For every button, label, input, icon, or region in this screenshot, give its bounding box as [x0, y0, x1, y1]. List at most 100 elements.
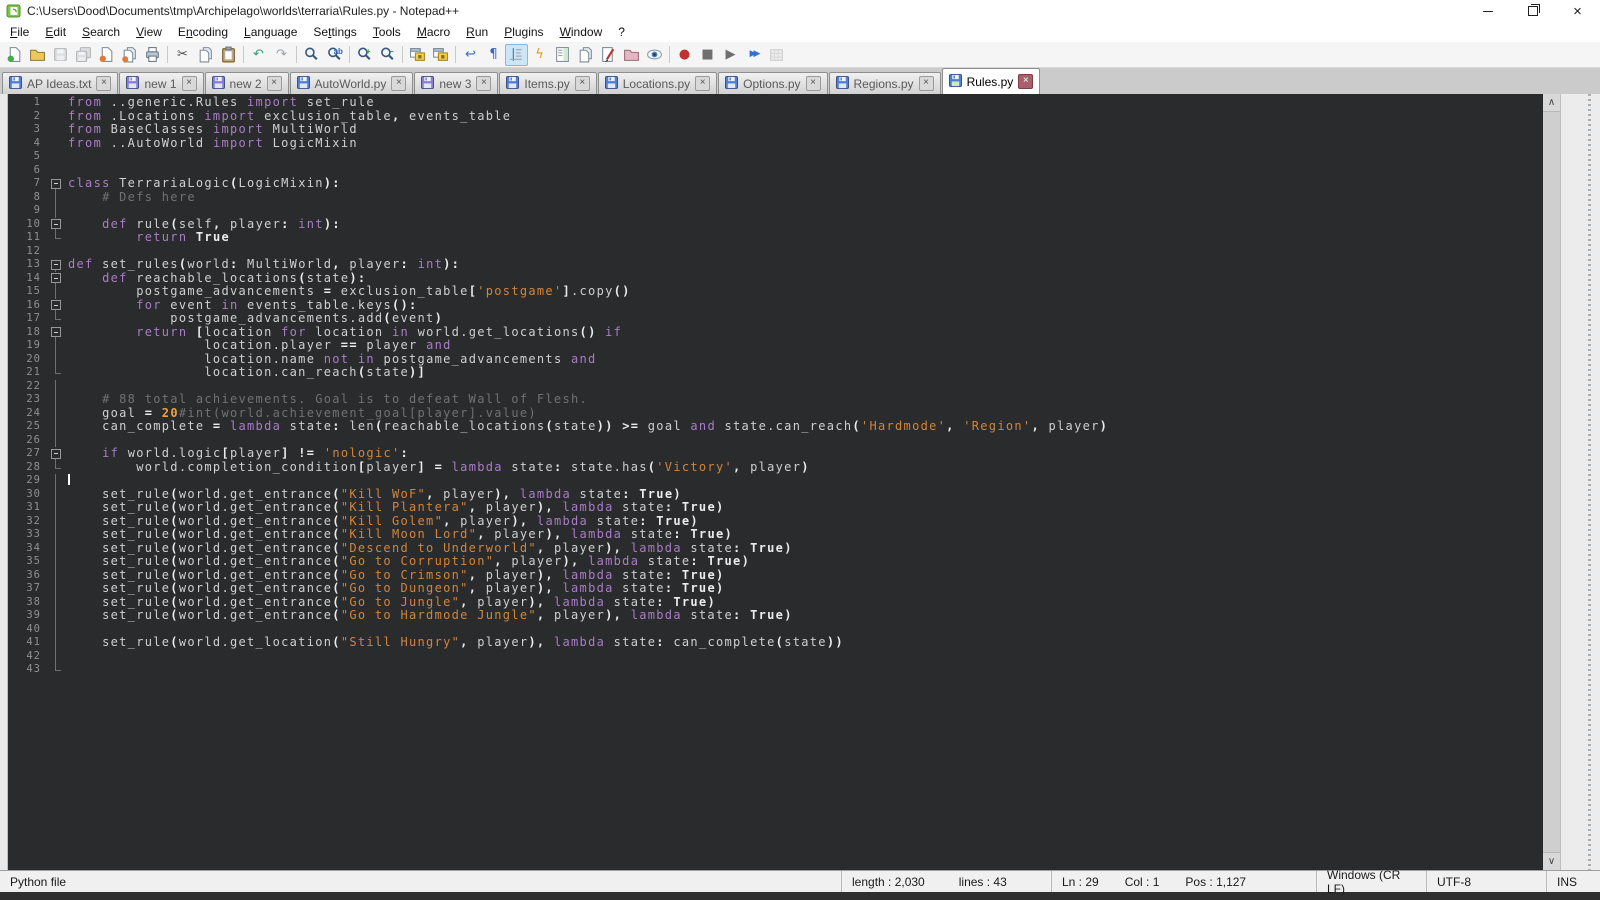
- close-button[interactable]: ×: [1555, 0, 1600, 22]
- menu-bar: FileEditSearchViewEncodingLanguageSettin…: [0, 22, 1600, 42]
- code-editor[interactable]: 1from ..generic.Rules import set_rule2fr…: [8, 94, 1543, 870]
- doc-type-label: Python file: [10, 875, 66, 889]
- tab-new-3[interactable]: new 3×: [414, 72, 498, 94]
- tab-new-1[interactable]: new 1×: [119, 72, 203, 94]
- line-number: 28: [8, 461, 48, 475]
- line-number: 26: [8, 434, 48, 448]
- save-all-icon[interactable]: [72, 44, 95, 66]
- code-line: 32 set_rule(world.get_entrance("Kill Gol…: [8, 515, 1543, 529]
- menu-file[interactable]: File: [2, 23, 37, 41]
- tab-autoworld-py[interactable]: AutoWorld.py×: [290, 72, 414, 94]
- zoom-in-icon[interactable]: +: [353, 44, 376, 66]
- fold-margin: [48, 515, 64, 529]
- code-text: [64, 434, 1543, 448]
- macro-stop-icon[interactable]: ■: [696, 44, 719, 66]
- menu-macro[interactable]: Macro: [409, 23, 458, 41]
- status-insert-mode[interactable]: INS: [1546, 871, 1600, 892]
- tab-close-icon[interactable]: ×: [96, 76, 111, 91]
- macro-play-icon[interactable]: ▶: [719, 44, 742, 66]
- code-text: [64, 245, 1543, 259]
- vertical-scrollbar-thumb[interactable]: [1543, 111, 1560, 853]
- word-wrap-icon[interactable]: ↩: [459, 44, 482, 66]
- indent-guide-icon[interactable]: [505, 44, 528, 66]
- menu-window[interactable]: Window: [552, 23, 611, 41]
- scrollbar-up-arrow[interactable]: ∧: [1543, 94, 1560, 111]
- vertical-scrollbar[interactable]: ∧ ∨: [1543, 94, 1560, 870]
- tab-close-icon[interactable]: ×: [919, 76, 934, 91]
- replace-icon[interactable]: ab: [323, 44, 346, 66]
- menu-edit[interactable]: Edit: [37, 23, 74, 41]
- function-completion-icon[interactable]: ϟ: [528, 44, 551, 66]
- menu-tools[interactable]: Tools: [365, 23, 409, 41]
- scrollbar-down-arrow[interactable]: ∨: [1543, 853, 1560, 870]
- menu-search[interactable]: Search: [74, 23, 128, 41]
- macro-run-multiple-icon[interactable]: ▶▶: [742, 44, 765, 66]
- menu-language[interactable]: Language: [236, 23, 305, 41]
- menu-encoding[interactable]: Encoding: [170, 23, 236, 41]
- menu-run[interactable]: Run: [458, 23, 496, 41]
- open-file-icon[interactable]: [26, 44, 49, 66]
- line-number: 18: [8, 326, 48, 340]
- code-token: ,: [946, 419, 955, 433]
- menu-help[interactable]: ?: [610, 23, 633, 41]
- status-eol-format[interactable]: Windows (CR LF): [1316, 871, 1426, 892]
- fold-toggle[interactable]: [51, 449, 61, 459]
- function-list-icon[interactable]: [597, 44, 620, 66]
- save-icon[interactable]: [49, 44, 72, 66]
- fold-toggle[interactable]: [51, 273, 61, 283]
- tab-close-icon[interactable]: ×: [575, 76, 590, 91]
- fold-toggle[interactable]: [51, 179, 61, 189]
- cut-icon[interactable]: ✂: [171, 44, 194, 66]
- tab-items-py[interactable]: Items.py×: [499, 72, 596, 94]
- fold-toggle[interactable]: [51, 300, 61, 310]
- show-all-characters-icon[interactable]: ¶: [482, 44, 505, 66]
- fold-toggle[interactable]: [51, 219, 61, 229]
- close-all-icon[interactable]: [118, 44, 141, 66]
- document-map-icon[interactable]: [551, 44, 574, 66]
- minimize-button[interactable]: [1465, 0, 1510, 22]
- redo-icon[interactable]: ↷: [270, 44, 293, 66]
- copy-icon[interactable]: [194, 44, 217, 66]
- fold-toggle[interactable]: [51, 327, 61, 337]
- tab-options-py[interactable]: Options.py×: [718, 72, 827, 94]
- tab-ap-ideas-txt[interactable]: AP Ideas.txt×: [2, 72, 118, 94]
- zoom-out-icon[interactable]: −: [376, 44, 399, 66]
- print-icon[interactable]: [141, 44, 164, 66]
- tab-close-icon[interactable]: ×: [267, 76, 282, 91]
- code-token: "Kill Plantera": [341, 500, 469, 514]
- new-file-icon[interactable]: [3, 44, 26, 66]
- status-encoding[interactable]: UTF-8: [1426, 871, 1546, 892]
- tab-locations-py[interactable]: Locations.py×: [598, 72, 717, 94]
- code-text: return True: [64, 231, 1543, 245]
- menu-plugins[interactable]: Plugins: [496, 23, 551, 41]
- tab-new-2[interactable]: new 2×: [205, 72, 289, 94]
- code-token: (: [170, 514, 179, 528]
- macro-save-icon[interactable]: [765, 44, 788, 66]
- sync-vertical-scroll-icon[interactable]: [406, 44, 429, 66]
- tab-rules-py[interactable]: Rules.py×: [942, 68, 1041, 94]
- tab-close-icon[interactable]: ×: [391, 76, 406, 91]
- find-icon[interactable]: [300, 44, 323, 66]
- close-icon[interactable]: [95, 44, 118, 66]
- code-area[interactable]: 1from ..generic.Rules import set_rule2fr…: [8, 96, 1543, 870]
- tab-close-icon[interactable]: ×: [695, 76, 710, 91]
- monitoring-icon[interactable]: [643, 44, 666, 66]
- code-token: (: [332, 514, 341, 528]
- macro-record-icon[interactable]: ●: [673, 44, 696, 66]
- tab-close-icon[interactable]: ×: [476, 76, 491, 91]
- fold-toggle[interactable]: [51, 260, 61, 270]
- tab-close-icon[interactable]: ×: [182, 76, 197, 91]
- folder-as-workspace-icon[interactable]: [620, 44, 643, 66]
- tab-close-icon[interactable]: ×: [806, 76, 821, 91]
- restore-button[interactable]: [1510, 0, 1555, 22]
- document-switcher-icon[interactable]: [574, 44, 597, 66]
- sync-horizontal-scroll-icon[interactable]: [429, 44, 452, 66]
- tab-regions-py[interactable]: Regions.py×: [829, 72, 941, 94]
- menu-settings[interactable]: Settings: [305, 23, 364, 41]
- tab-close-icon[interactable]: ×: [1018, 74, 1033, 89]
- paste-icon[interactable]: [217, 44, 240, 66]
- code-token: [68, 217, 102, 231]
- fold-margin: [48, 150, 64, 164]
- menu-view[interactable]: View: [128, 23, 170, 41]
- undo-icon[interactable]: ↶: [247, 44, 270, 66]
